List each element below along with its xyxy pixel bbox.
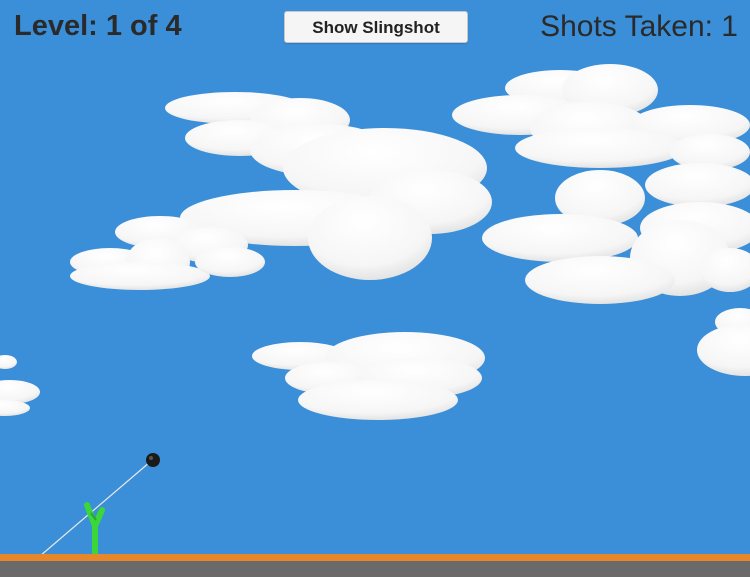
shots-taken-counter: Shots Taken: 1: [540, 10, 738, 43]
level-indicator: Level: 1 of 4: [14, 10, 182, 42]
show-slingshot-button[interactable]: Show Slingshot: [284, 11, 468, 43]
ground-edge: [0, 554, 750, 561]
game-scene: [0, 0, 750, 577]
ground: [0, 561, 750, 577]
projectile-highlight: [149, 456, 153, 460]
projectile[interactable]: [146, 453, 160, 467]
